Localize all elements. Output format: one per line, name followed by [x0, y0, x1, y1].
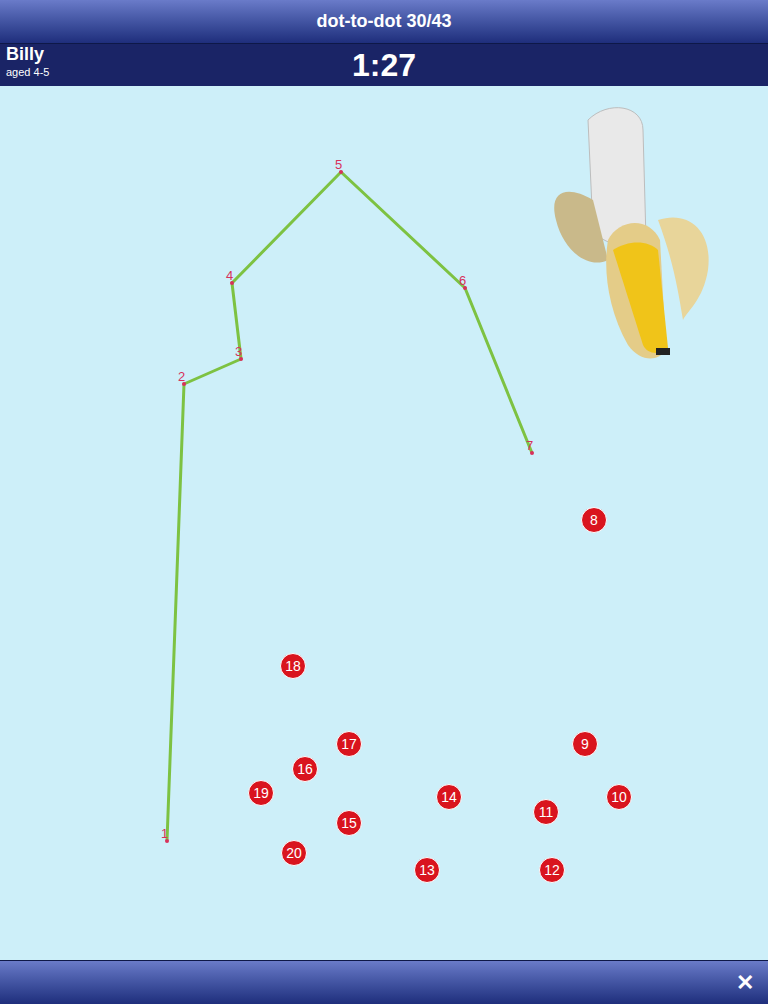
dot[interactable]: 18: [280, 653, 306, 679]
dot[interactable]: 12: [539, 857, 565, 883]
canvas[interactable]: 1234567891011121314151617181920: [0, 86, 768, 960]
dot[interactable]: 20: [281, 840, 307, 866]
player-name: Billy: [6, 45, 49, 63]
dot[interactable]: 17: [336, 731, 362, 757]
bottom-bar: ✕: [0, 960, 768, 1004]
dot[interactable]: 13: [414, 857, 440, 883]
dot-label: 1: [161, 827, 168, 840]
dot[interactable]: 11: [533, 799, 559, 825]
player-info: Billy aged 4-5: [6, 45, 49, 78]
timer: 1:27: [352, 49, 416, 81]
dot-label: 5: [335, 158, 342, 171]
dot-label: 4: [226, 269, 233, 282]
title-bar: dot-to-dot 30/43: [0, 0, 768, 44]
dot-label: 3: [235, 345, 242, 358]
dot-label: 7: [526, 439, 533, 452]
title: dot-to-dot 30/43: [317, 8, 452, 35]
dot[interactable]: 10: [606, 784, 632, 810]
connecting-line: [0, 86, 768, 960]
dot[interactable]: 16: [292, 756, 318, 782]
dot[interactable]: 8: [581, 507, 607, 533]
player-age: aged 4-5: [6, 67, 49, 78]
dot-label: 2: [178, 370, 185, 383]
close-button[interactable]: ✕: [732, 972, 758, 994]
dot[interactable]: 14: [436, 784, 462, 810]
info-bar: Billy aged 4-5 1:27: [0, 44, 768, 86]
app: dot-to-dot 30/43Billyaged 4-51:271234567…: [0, 0, 768, 1004]
dot[interactable]: 19: [248, 780, 274, 806]
dot[interactable]: 9: [572, 731, 598, 757]
dot[interactable]: 15: [336, 810, 362, 836]
banana-icon: [548, 100, 718, 370]
dot-label: 6: [459, 274, 466, 287]
